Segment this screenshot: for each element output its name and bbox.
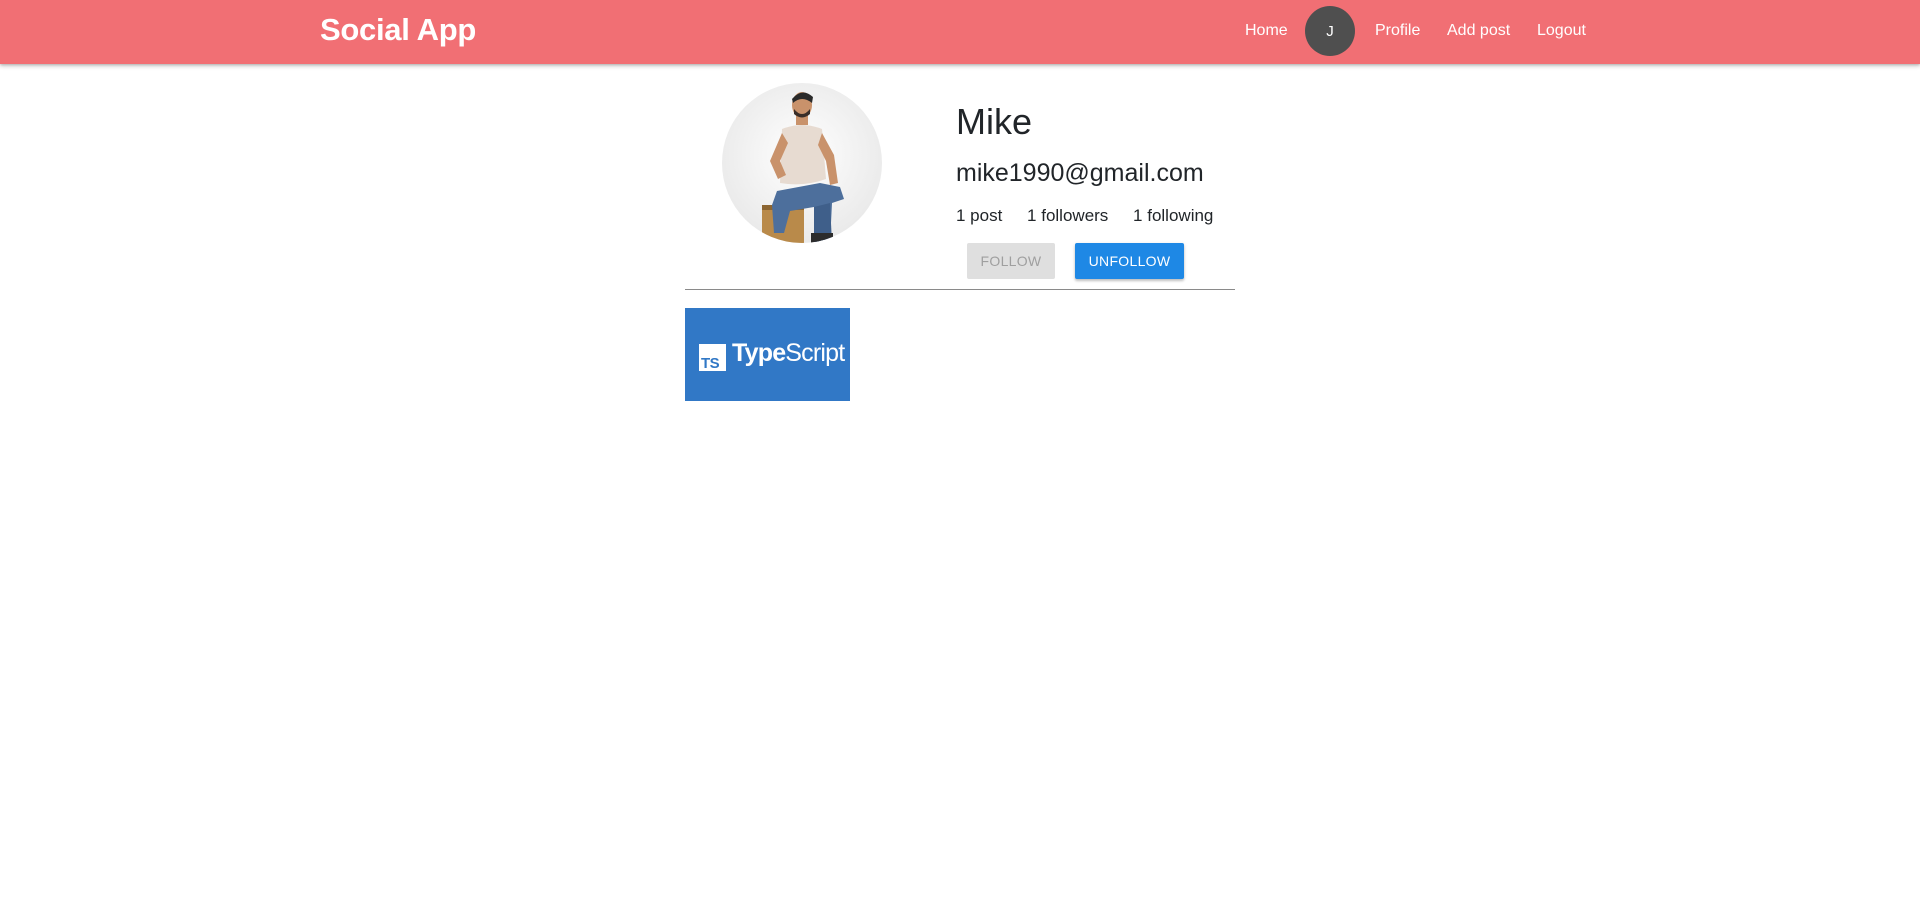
followers-count: 1 followers — [1027, 206, 1109, 225]
user-avatar[interactable]: J — [1305, 6, 1355, 56]
profile-divider — [685, 289, 1235, 290]
top-navbar: Social App Home J Profile Add post Logou… — [0, 0, 1920, 64]
unfollow-button[interactable]: UNFOLLOW — [1075, 243, 1184, 279]
following-count: 1 following — [1133, 206, 1214, 225]
profile-photo — [722, 83, 882, 243]
nav-add-post-link[interactable]: Add post — [1447, 22, 1510, 40]
brand-logo[interactable]: Social App — [320, 12, 476, 48]
post-thumbnail[interactable]: TS TypeScript — [685, 308, 850, 401]
nav-logout-link[interactable]: Logout — [1537, 22, 1586, 40]
profile-stats: 1 post 1 followers 1 following — [956, 206, 1233, 226]
posts-count: 1 post — [956, 206, 1003, 225]
avatar-initial: J — [1326, 22, 1334, 40]
profile-name: Mike — [956, 101, 1033, 142]
typescript-logo-icon: TS — [699, 344, 726, 371]
follow-button[interactable]: FOLLOW — [967, 243, 1055, 279]
profile-email: mike1990@gmail.com — [956, 159, 1204, 187]
typescript-logo-wordmark: TypeScript — [732, 339, 845, 367]
nav-home-link[interactable]: Home — [1245, 22, 1288, 40]
nav-profile-link[interactable]: Profile — [1375, 22, 1420, 40]
person-photo-icon — [722, 83, 882, 243]
